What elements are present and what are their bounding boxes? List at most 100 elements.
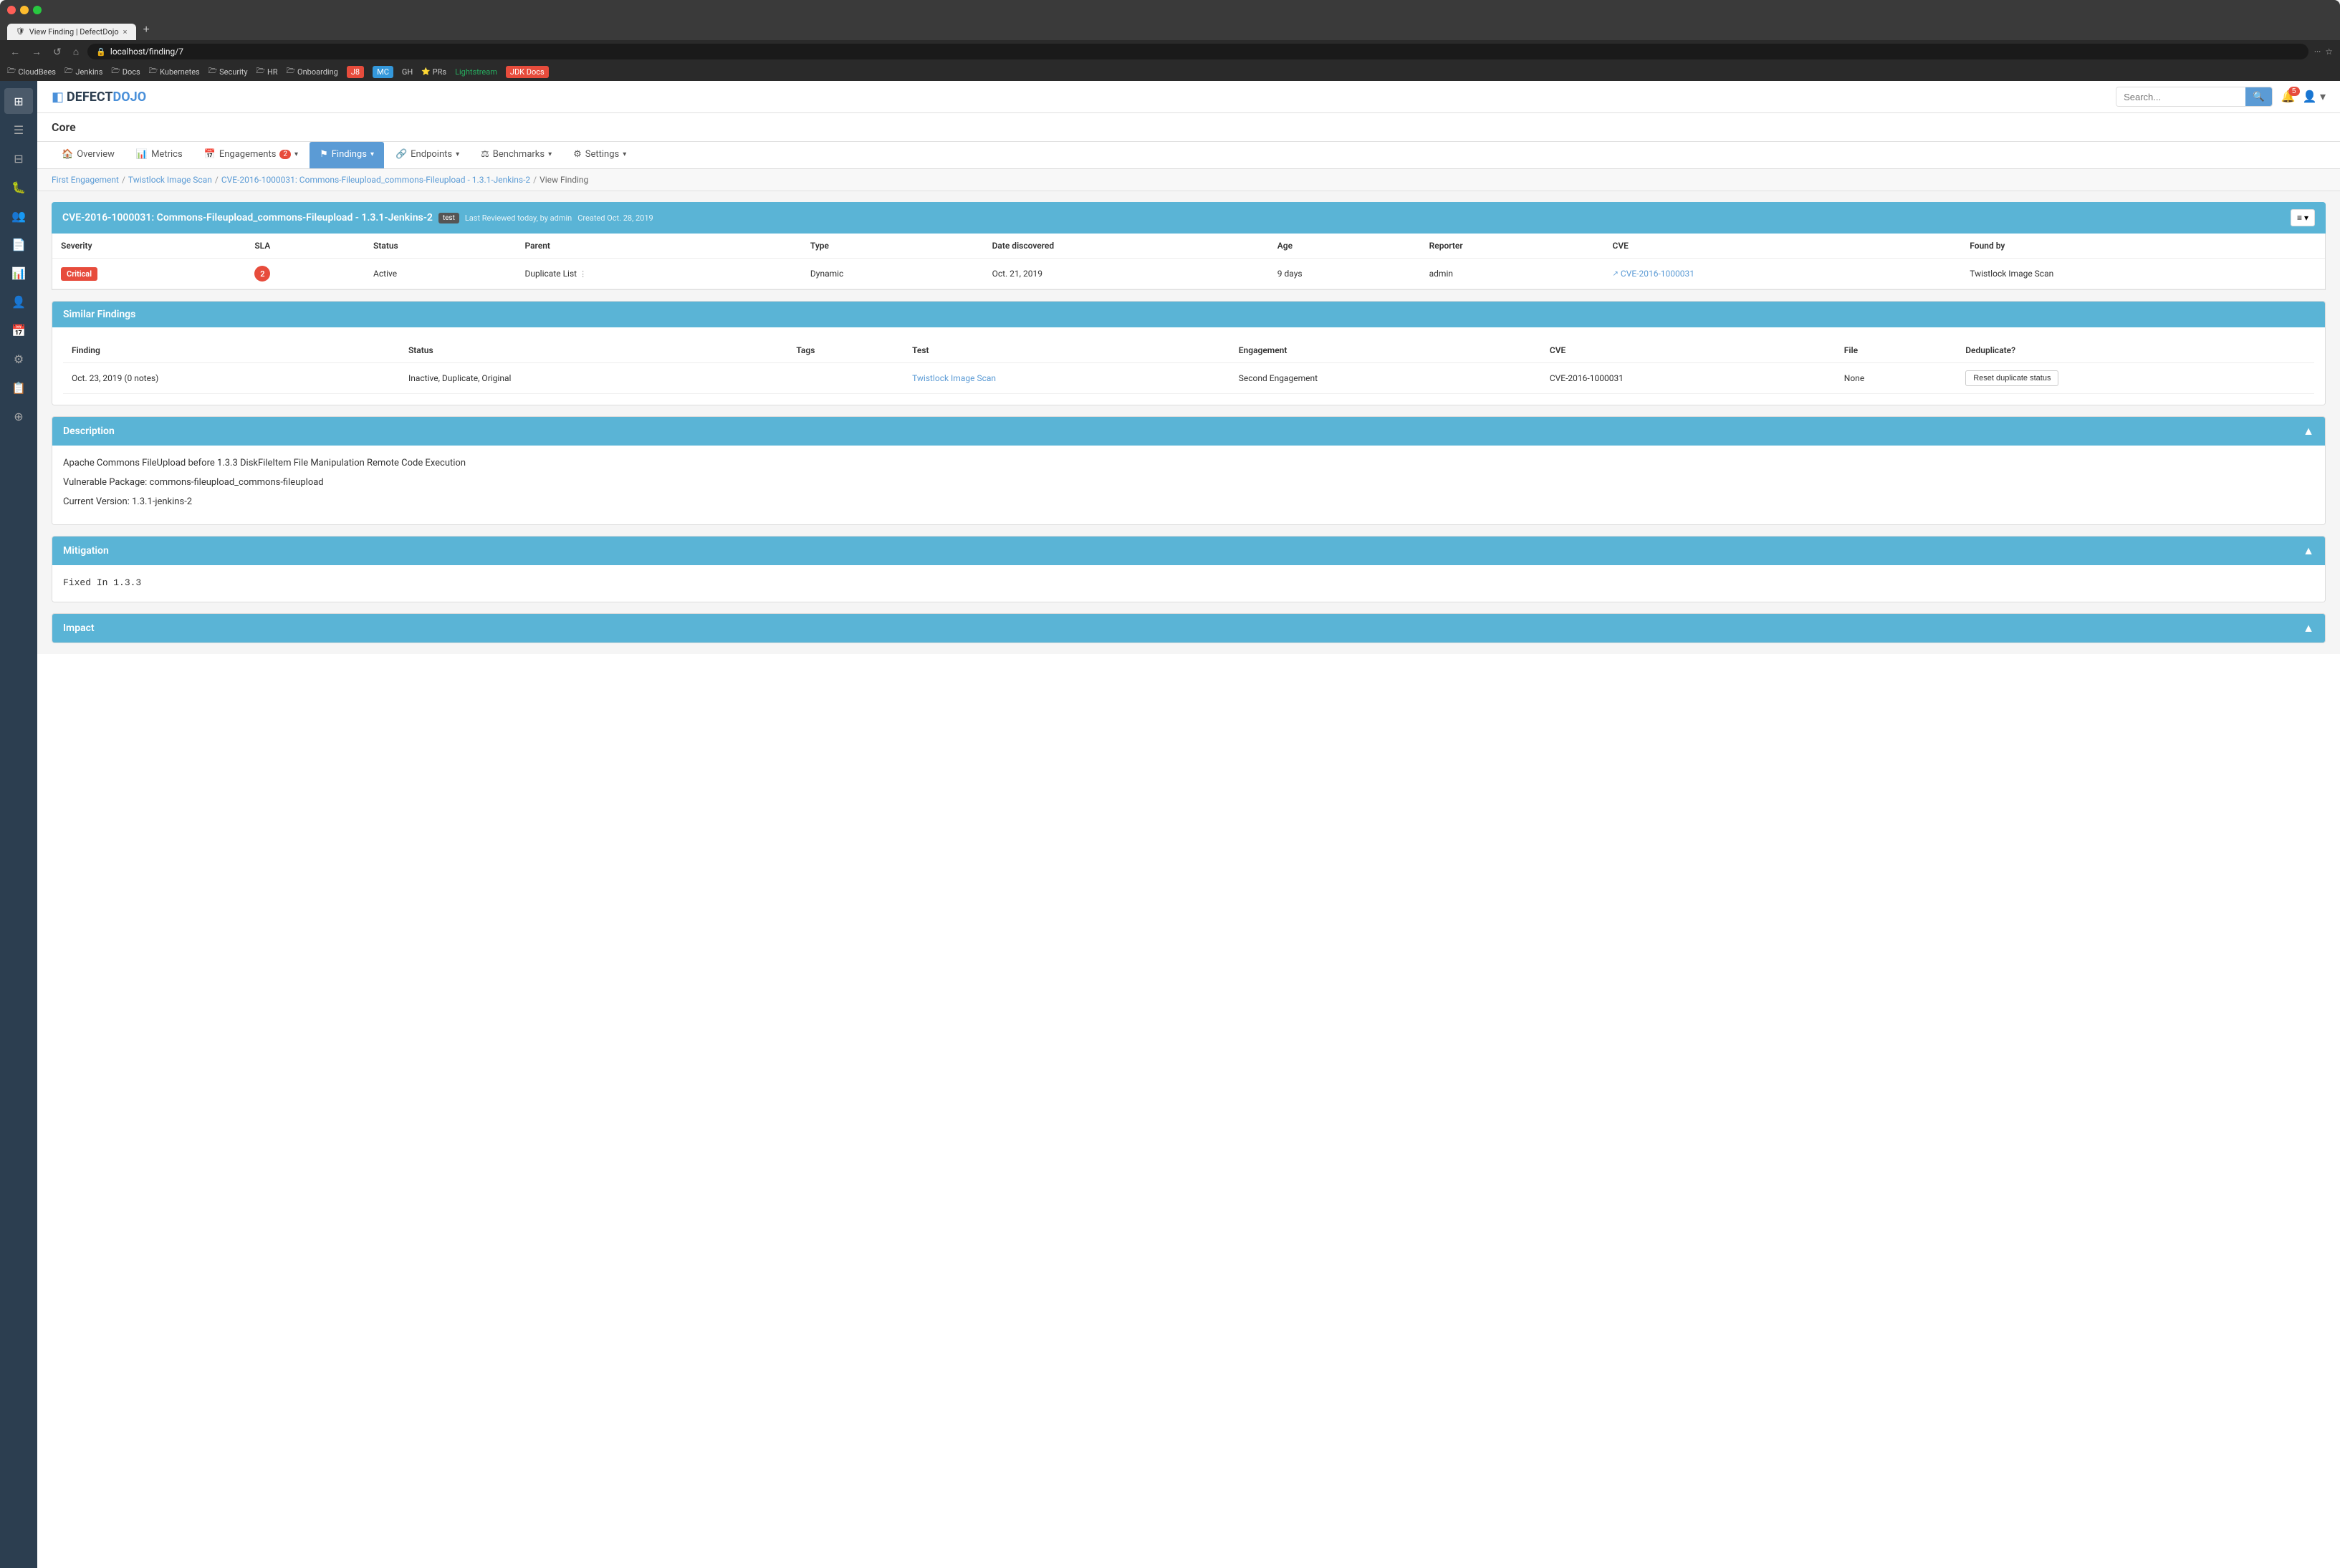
description-header[interactable]: Description ▲ — [52, 417, 2325, 446]
bookmark-gh[interactable]: GH — [402, 67, 413, 77]
compliance-icon: 📋 — [11, 381, 26, 395]
similar-tags-cell — [787, 363, 903, 394]
severity-badge: Critical — [61, 267, 97, 281]
sidebar-item-settings[interactable]: ⚙ — [4, 346, 33, 372]
reload-button[interactable]: ↺ — [50, 44, 64, 59]
cve-id: CVE-2016-1000031 — [1621, 269, 1694, 279]
parent-label: Duplicate List — [524, 269, 577, 279]
tab-engagements[interactable]: 📅 Engagements 2 ▾ — [194, 142, 308, 168]
bookmark-folder-icon: 🗁 — [256, 66, 265, 78]
bookmark-label: JDK Docs — [510, 67, 545, 77]
bookmark-jdk-docs[interactable]: JDK Docs — [506, 66, 549, 78]
bookmark-docs[interactable]: 🗁 Docs — [111, 66, 140, 78]
impact-header[interactable]: Impact ▲ — [52, 614, 2325, 643]
bookmark-jenkins[interactable]: 🗁 Jenkins — [64, 66, 102, 78]
breadcrumb-separator: / — [122, 175, 125, 185]
bookmark-security[interactable]: 🗁 Security — [208, 66, 248, 78]
tab-overview[interactable]: 🏠 Overview — [52, 142, 125, 168]
tab-findings[interactable]: ⚑ Findings ▾ — [310, 142, 384, 168]
maximize-traffic-light[interactable] — [33, 6, 42, 14]
search-button[interactable]: 🔍 — [2245, 87, 2272, 106]
breadcrumb-link[interactable]: First Engagement — [52, 175, 119, 185]
bookmark-hr[interactable]: 🗁 HR — [256, 66, 278, 78]
close-traffic-light[interactable] — [7, 6, 16, 14]
similar-status-cell: Inactive, Duplicate, Original — [400, 363, 787, 394]
search-input[interactable] — [2116, 88, 2245, 106]
forward-button[interactable]: → — [29, 44, 44, 59]
brand-logo: ◧ DEFECTDOJO — [52, 90, 146, 105]
breadcrumb-link[interactable]: Twistlock Image Scan — [128, 175, 212, 185]
tab-label: Engagements — [219, 149, 277, 160]
notifications-badge: 5 — [2288, 87, 2300, 96]
url-text: localhost/finding/7 — [110, 47, 183, 57]
collapse-icon[interactable]: ▲ — [2303, 621, 2314, 635]
breadcrumb-current: View Finding — [540, 175, 588, 185]
tab-endpoints[interactable]: 🔗 Endpoints ▾ — [385, 142, 469, 168]
mitigation-section: Mitigation ▲ Fixed In 1.3.3 — [52, 536, 2326, 602]
more-icon[interactable]: ··· — [2314, 47, 2321, 57]
impact-section: Impact ▲ — [52, 613, 2326, 643]
tab-title: View Finding | DefectDojo — [29, 27, 119, 37]
mitigation-title: Mitigation — [63, 545, 109, 557]
bookmark-mc[interactable]: MC — [373, 66, 393, 78]
bookmark-kubernetes[interactable]: 🗁 Kubernetes — [149, 66, 200, 78]
impact-title: Impact — [63, 622, 95, 634]
parent-cell: Duplicate List ⋮ — [516, 259, 801, 289]
bookmark-icon[interactable]: ☆ — [2325, 47, 2333, 57]
page-header: Core — [37, 113, 2340, 142]
similar-test-link[interactable]: Twistlock Image Scan — [912, 373, 996, 383]
inbox-icon: ⊟ — [14, 152, 23, 165]
back-button[interactable]: ← — [7, 44, 23, 59]
tab-metrics[interactable]: 📊 Metrics — [126, 142, 193, 168]
settings-icon: ⚙ — [573, 149, 582, 160]
sidebar-item-findings-list[interactable]: ☰ — [4, 117, 33, 143]
bookmark-label: J8 — [351, 67, 360, 77]
sidebar-item-plugins[interactable]: ⊕ — [4, 403, 33, 429]
engagements-badge: 2 — [279, 150, 291, 159]
sidebar-item-bugs[interactable]: 🐛 — [4, 174, 33, 200]
home-button[interactable]: ⌂ — [70, 44, 82, 59]
tab-settings[interactable]: ⚙ Settings ▾ — [563, 142, 636, 168]
mitigation-body: Fixed In 1.3.3 — [52, 565, 2325, 602]
finding-row: Critical 2 Active Duplicate List ⋮ Dynam… — [52, 259, 2325, 289]
metrics-icon: 📊 — [136, 149, 148, 160]
bookmark-j8[interactable]: J8 — [347, 66, 364, 78]
user-menu-button[interactable]: 👤 ▾ — [2303, 90, 2326, 104]
reset-duplicate-button[interactable]: Reset duplicate status — [1965, 370, 2058, 386]
date-discovered-column-header: Date discovered — [984, 234, 1269, 259]
minimize-traffic-light[interactable] — [20, 6, 29, 14]
tab-favicon: 🛡 — [16, 28, 25, 36]
deduplicate-col-header: Deduplicate? — [1957, 338, 2314, 363]
breadcrumb-link[interactable]: CVE-2016-1000031: Commons-Fileupload_com… — [221, 175, 530, 185]
finding-actions-button[interactable]: ≡ ▾ — [2291, 209, 2315, 226]
mitigation-header[interactable]: Mitigation ▲ — [52, 537, 2325, 565]
sidebar-item-calendar[interactable]: 📅 — [4, 317, 33, 343]
sidebar-item-documents[interactable]: 📄 — [4, 231, 33, 257]
bookmark-folder-icon: 🗁 — [64, 66, 73, 78]
active-browser-tab[interactable]: 🛡 View Finding | DefectDojo × — [7, 24, 136, 40]
bookmark-cloudbees[interactable]: 🗁 CloudBees — [7, 66, 56, 78]
bookmark-lightstream[interactable]: Lightstream — [455, 67, 497, 77]
bookmark-onboarding[interactable]: 🗁 Onboarding — [287, 66, 338, 78]
tab-close-button[interactable]: × — [123, 27, 128, 37]
cve-col-header: CVE — [1541, 338, 1836, 363]
sidebar-item-dashboard[interactable]: ⊞ — [4, 88, 33, 114]
collapse-icon[interactable]: ▲ — [2303, 424, 2314, 438]
sidebar-item-team[interactable]: 👥 — [4, 203, 33, 229]
new-tab-button[interactable]: + — [138, 20, 155, 40]
tab-benchmarks[interactable]: ⚖ Benchmarks ▾ — [471, 142, 562, 168]
notifications-button[interactable]: 🔔 5 — [2281, 90, 2296, 104]
age-column-header: Age — [1269, 234, 1421, 259]
sidebar-item-users[interactable]: 👤 — [4, 289, 33, 314]
bookmark-folder-icon: 🗁 — [208, 66, 217, 78]
cve-link[interactable]: ↗ CVE-2016-1000031 — [1613, 269, 1953, 279]
address-bar[interactable]: 🔒 localhost/finding/7 — [87, 44, 2308, 59]
reporter-cell: admin — [1421, 259, 1604, 289]
sidebar-item-reports[interactable]: 📊 — [4, 260, 33, 286]
finding-details-table: Severity SLA Status Parent Type Date dis… — [52, 234, 2326, 290]
collapse-icon[interactable]: ▲ — [2303, 544, 2314, 558]
sidebar-item-inbox[interactable]: ⊟ — [4, 145, 33, 171]
similar-findings-header[interactable]: Similar Findings — [52, 302, 2325, 327]
sidebar-item-compliance[interactable]: 📋 — [4, 375, 33, 400]
bookmark-prs[interactable]: ⭐ PRs — [421, 67, 446, 77]
